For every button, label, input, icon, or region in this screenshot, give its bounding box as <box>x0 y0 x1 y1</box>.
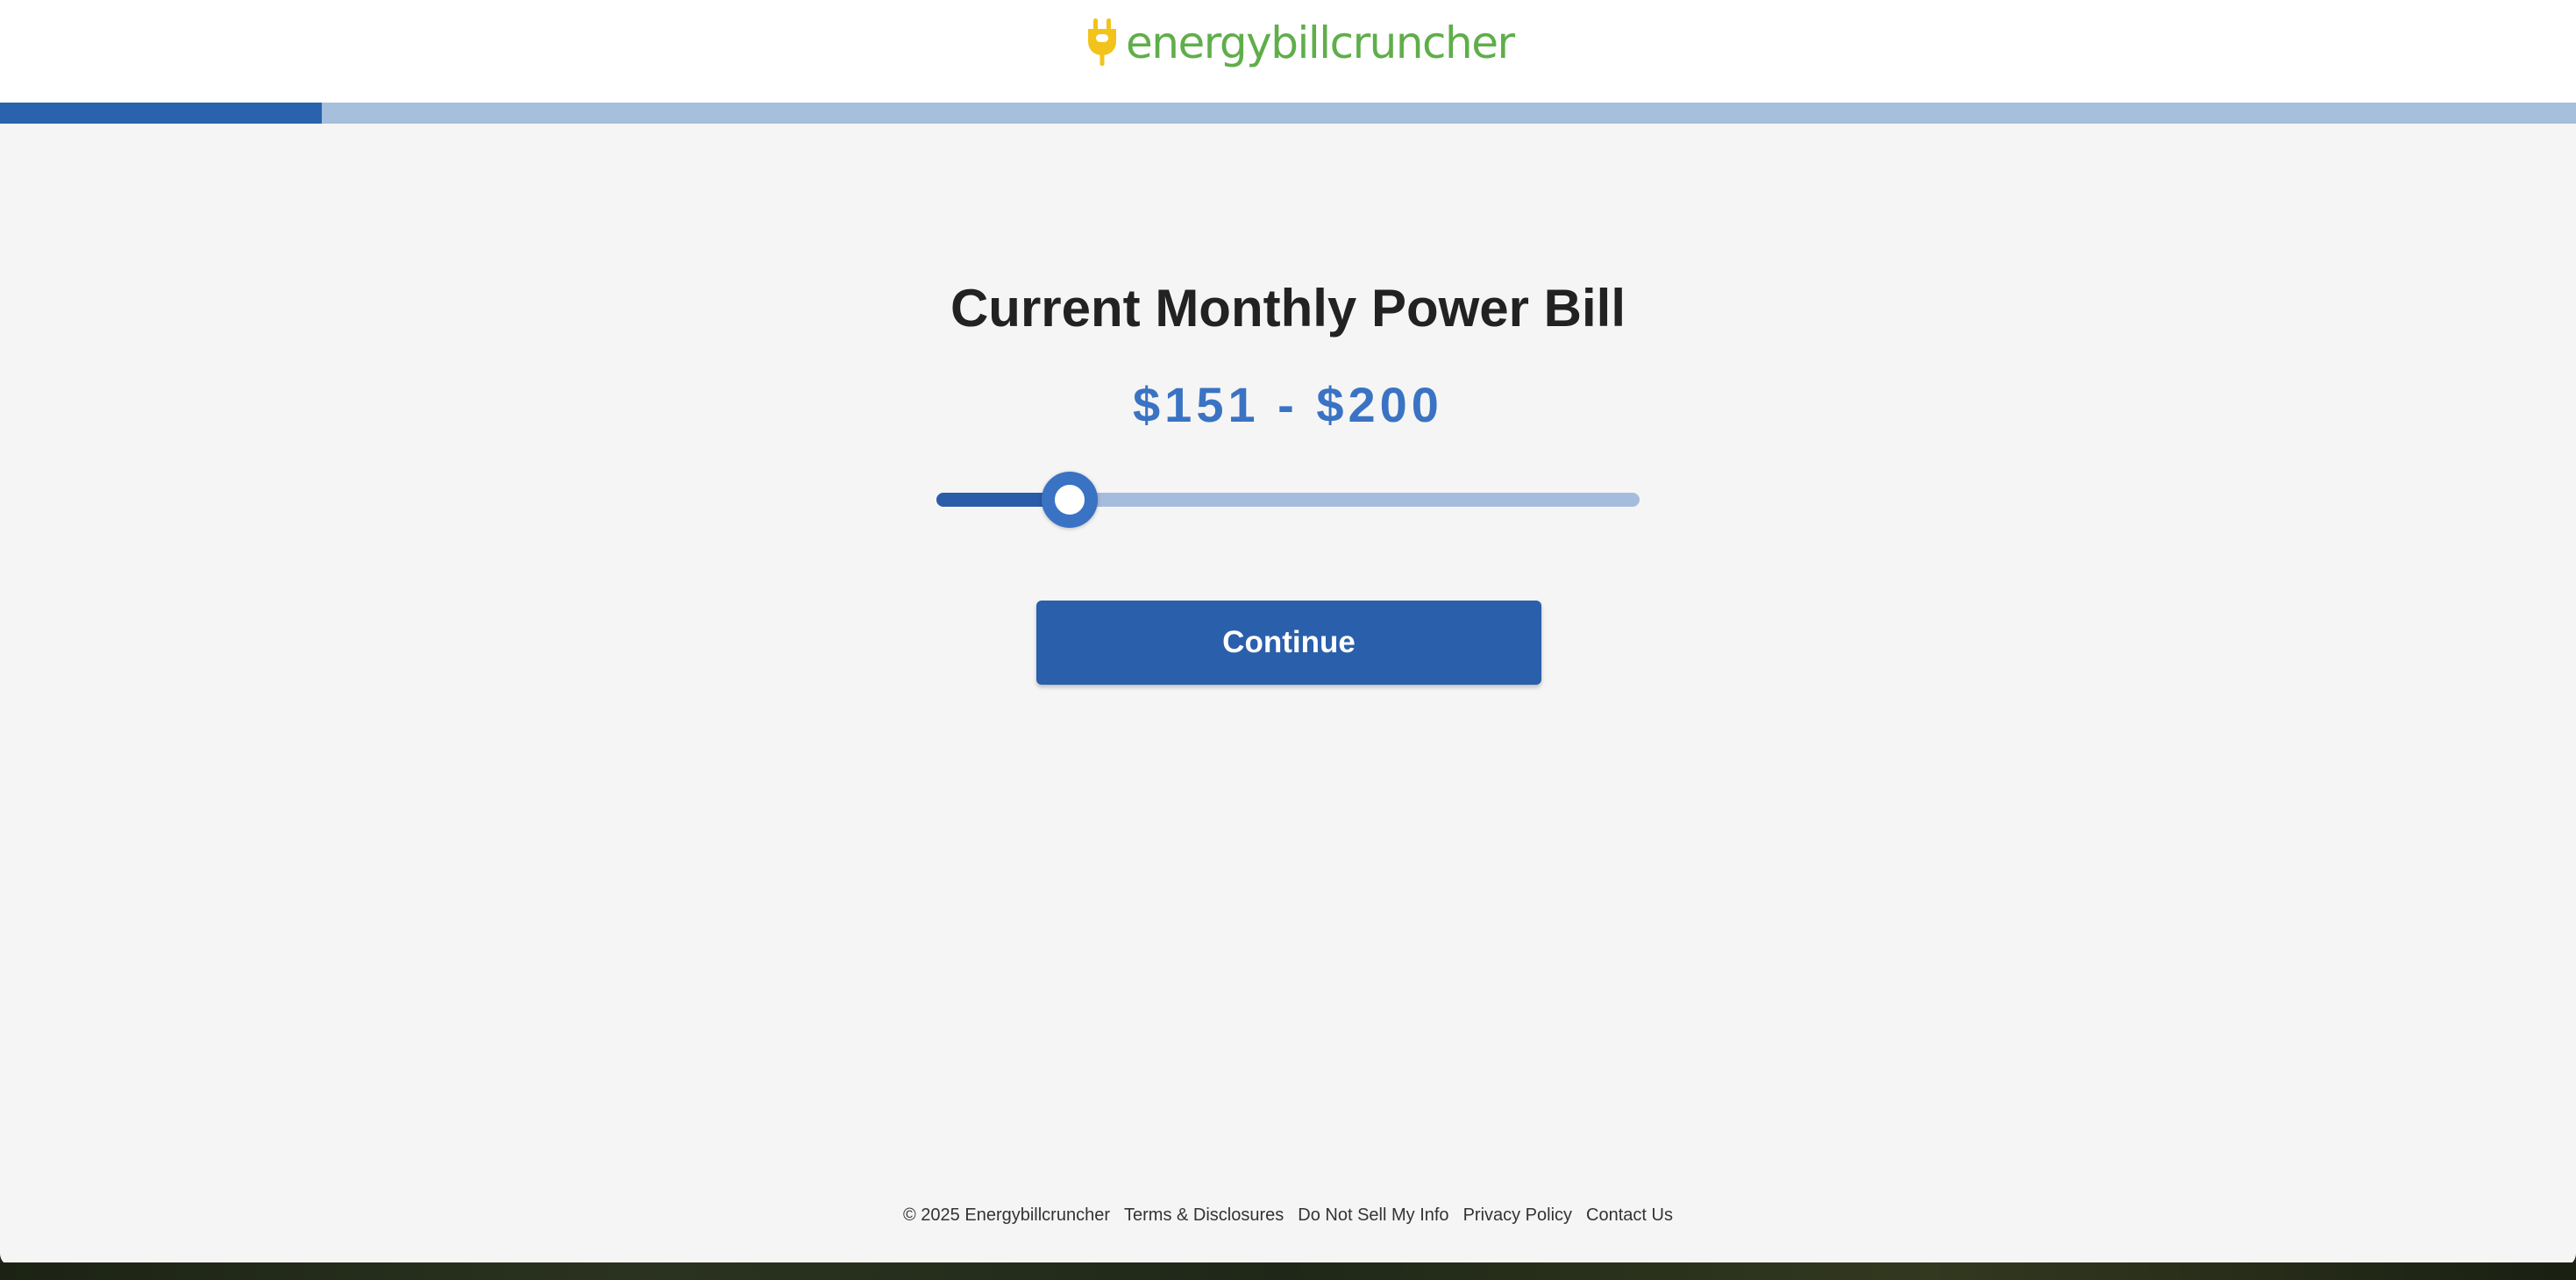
footer-link-privacy[interactable]: Privacy Policy <box>1463 1205 1572 1226</box>
brand-name: energybillcruncher <box>1126 18 1515 68</box>
footer-link-do-not-sell[interactable]: Do Not Sell My Info <box>1298 1205 1448 1226</box>
slider-thumb[interactable] <box>1042 472 1099 528</box>
site-header: energybillcruncher <box>0 0 2576 103</box>
bill-range-slider[interactable] <box>936 470 1640 528</box>
page: energybillcruncher Current Monthly Power… <box>0 0 2576 1266</box>
copyright: © 2025 Energybillcruncher <box>903 1205 1110 1225</box>
footer-link-contact[interactable]: Contact Us <box>1586 1205 1673 1226</box>
progress-bar <box>0 103 2576 124</box>
plug-icon <box>1088 18 1116 66</box>
selected-value: $151 - $200 <box>1133 377 1443 432</box>
continue-button[interactable]: Continue <box>1036 601 1541 685</box>
brand-logo[interactable]: energybillcruncher <box>1085 16 1515 70</box>
footer-link-terms[interactable]: Terms & Disclosures <box>1124 1205 1284 1226</box>
question-title: Current Monthly Power Bill <box>950 279 1626 338</box>
progress-bar-fill <box>0 103 323 124</box>
site-footer: © 2025 Energybillcruncher Terms & Disclo… <box>0 1201 2576 1229</box>
background-strip <box>0 1262 2576 1280</box>
